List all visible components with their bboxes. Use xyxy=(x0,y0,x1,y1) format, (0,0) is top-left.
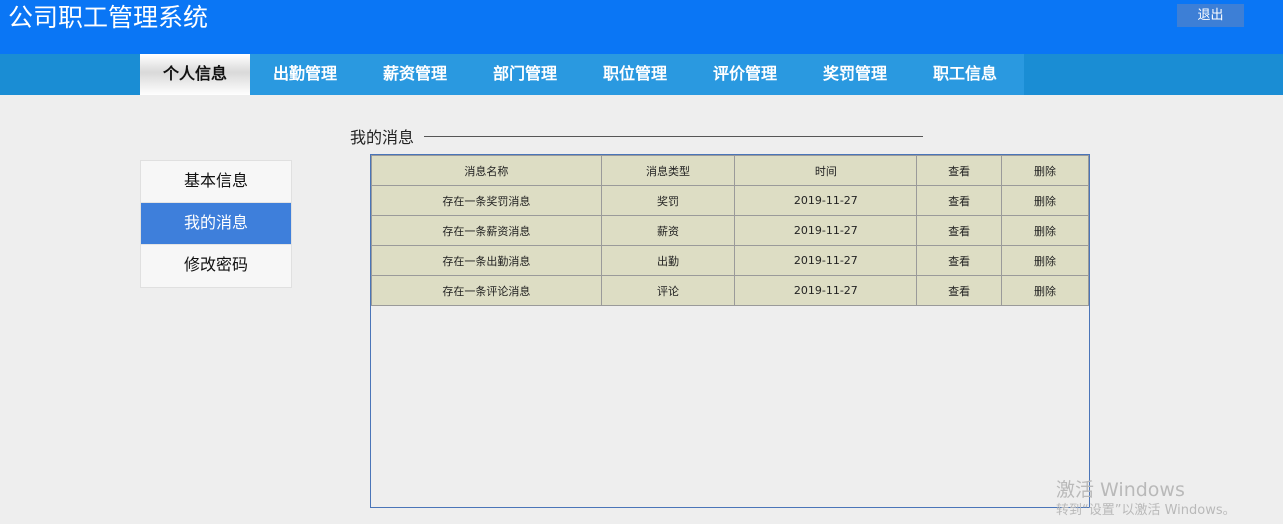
view-link[interactable]: 查看 xyxy=(916,215,1003,246)
message-time-cell: 2019-11-27 xyxy=(734,275,918,306)
tab-reward-punishment[interactable]: 奖罚管理 xyxy=(800,54,910,95)
section-title: 我的消息 xyxy=(350,128,415,147)
column-header-delete: 删除 xyxy=(1001,155,1089,186)
main-nav: 个人信息 出勤管理 薪资管理 部门管理 职位管理 评价管理 奖罚管理 职工信息 xyxy=(0,54,1283,95)
message-type-cell: 出勤 xyxy=(600,245,736,276)
message-name-cell: 存在一条奖罚消息 xyxy=(371,185,602,216)
top-header: 公司职工管理系统 退出 xyxy=(0,0,1283,54)
message-type-cell: 奖罚 xyxy=(600,185,736,216)
sidebar-item-my-messages[interactable]: 我的消息 xyxy=(141,203,291,245)
view-link[interactable]: 查看 xyxy=(916,245,1003,276)
windows-activation-watermark: 激活 Windows 转到“设置”以激活 Windows。 xyxy=(1056,478,1236,520)
logout-button[interactable]: 退出 xyxy=(1177,4,1244,27)
messages-table: 消息名称 消息类型 时间 查看 删除 存在一条奖罚消息 奖罚 2019-11-2… xyxy=(371,155,1089,306)
table-row: 存在一条出勤消息 出勤 2019-11-27 查看 删除 xyxy=(371,245,1089,276)
tab-position[interactable]: 职位管理 xyxy=(580,54,690,95)
delete-link[interactable]: 删除 xyxy=(1001,245,1089,276)
sidebar-item-change-password[interactable]: 修改密码 xyxy=(141,245,291,287)
column-header-name: 消息名称 xyxy=(371,155,602,186)
message-name-cell: 存在一条出勤消息 xyxy=(371,245,602,276)
nav-tabs: 个人信息 出勤管理 薪资管理 部门管理 职位管理 评价管理 奖罚管理 职工信息 xyxy=(140,54,1024,95)
section-divider xyxy=(424,136,923,137)
view-link[interactable]: 查看 xyxy=(916,275,1003,306)
message-time-cell: 2019-11-27 xyxy=(734,185,918,216)
table-header-row: 消息名称 消息类型 时间 查看 删除 xyxy=(371,155,1089,186)
watermark-subtitle: 转到“设置”以激活 Windows。 xyxy=(1056,503,1236,518)
column-header-type: 消息类型 xyxy=(600,155,736,186)
sidebar: 基本信息 我的消息 修改密码 xyxy=(140,160,292,288)
message-name-cell: 存在一条评论消息 xyxy=(371,275,602,306)
message-type-cell: 评论 xyxy=(600,275,736,306)
sidebar-item-basic-info[interactable]: 基本信息 xyxy=(141,161,291,203)
tab-evaluation[interactable]: 评价管理 xyxy=(690,54,800,95)
delete-link[interactable]: 删除 xyxy=(1001,275,1089,306)
messages-panel: 消息名称 消息类型 时间 查看 删除 存在一条奖罚消息 奖罚 2019-11-2… xyxy=(370,154,1090,508)
column-header-view: 查看 xyxy=(916,155,1003,186)
column-header-time: 时间 xyxy=(734,155,918,186)
view-link[interactable]: 查看 xyxy=(916,185,1003,216)
tab-department[interactable]: 部门管理 xyxy=(470,54,580,95)
delete-link[interactable]: 删除 xyxy=(1001,215,1089,246)
message-name-cell: 存在一条薪资消息 xyxy=(371,215,602,246)
tab-employee-info[interactable]: 职工信息 xyxy=(910,54,1020,95)
app-title: 公司职工管理系统 xyxy=(8,3,209,32)
tab-personal-info[interactable]: 个人信息 xyxy=(140,54,250,95)
message-type-cell: 薪资 xyxy=(600,215,736,246)
table-row: 存在一条奖罚消息 奖罚 2019-11-27 查看 删除 xyxy=(371,185,1089,216)
tab-attendance[interactable]: 出勤管理 xyxy=(250,54,360,95)
message-time-cell: 2019-11-27 xyxy=(734,245,918,276)
watermark-title: 激活 Windows xyxy=(1056,479,1185,501)
delete-link[interactable]: 删除 xyxy=(1001,185,1089,216)
table-row: 存在一条评论消息 评论 2019-11-27 查看 删除 xyxy=(371,275,1089,306)
table-row: 存在一条薪资消息 薪资 2019-11-27 查看 删除 xyxy=(371,215,1089,246)
message-time-cell: 2019-11-27 xyxy=(734,215,918,246)
tab-salary[interactable]: 薪资管理 xyxy=(360,54,470,95)
